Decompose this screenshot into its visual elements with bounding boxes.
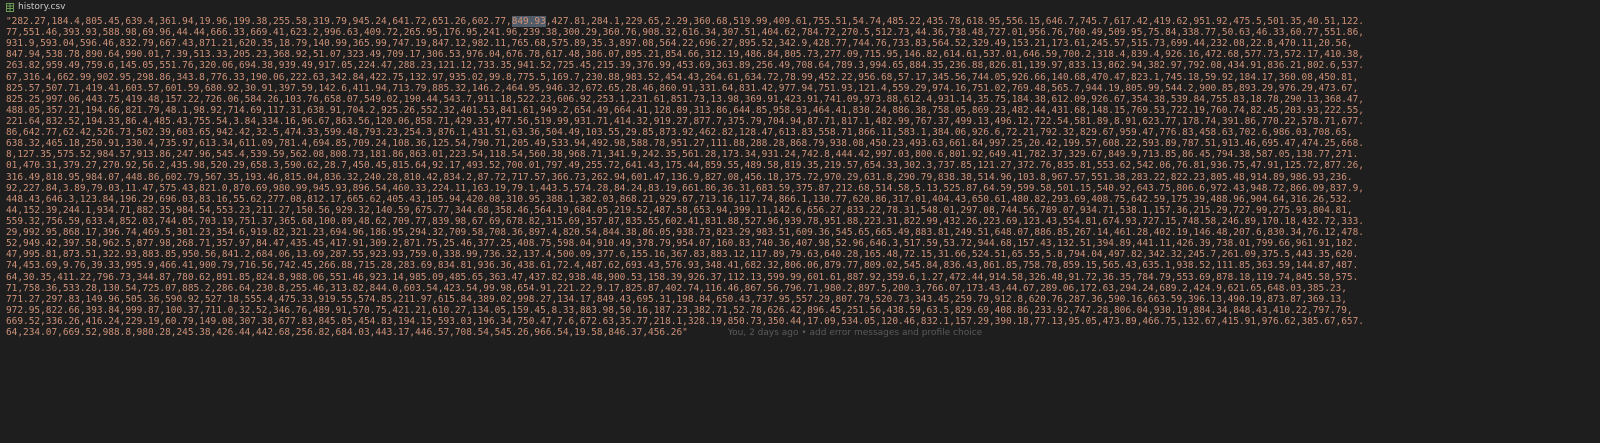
code-line: 972.95,822.66,393.84,999.87,100.37,711.0…: [6, 304, 1353, 316]
code-line: 263.82,959.49,759.6,145.05,551.76,320.06…: [6, 60, 1364, 72]
code-line: 825.25,997.06,443.75,419.48,157.22,726.0…: [6, 93, 1364, 105]
code-editor[interactable]: "282.27,184.4,805.45,639.4,361.94,19.96,…: [0, 14, 1600, 443]
tab-history-csv[interactable]: history.csv: [4, 0, 72, 14]
code-line: 488.05,357.21,194.66,821.79,48.1,98.92,7…: [6, 104, 1364, 116]
code-line: 669.52,336.26,416.24,229.19,60.79,149.08…: [6, 315, 1364, 327]
code-line: 448.43,646.3,123.84,196.29,696.03,83.16,…: [6, 193, 1353, 205]
code-line: 77,551.46,393.93,588.98,69.96,44.44,666.…: [6, 27, 1364, 39]
code-line: "282.27,184.4,805.45,639.4,361.94,19.96,…: [6, 16, 1364, 27]
code-line: 44,152.39,244.1,934.71,882.35,984.54,553…: [6, 204, 1353, 216]
code-line: 92,227.84,3.89,79.03,11.47,575.43,821.0,…: [6, 182, 1364, 194]
code-line: 847.94,538.78,890.64,990.01,7.39,513.33,…: [6, 49, 1364, 61]
code-line: 74,453.69,9.76,39.33,995.9,466.41,900.79…: [6, 260, 1359, 272]
code-line: 771.27,297.83,149.96,505.36,590.92,527.1…: [6, 293, 1347, 305]
code-line: 559.32,756.59,633.4,852.03,744.05,703.19…: [6, 215, 1364, 227]
tab-label: history.csv: [18, 2, 66, 12]
git-blame-annotation: You, 2 days ago • add error messages and…: [727, 328, 983, 339]
code-line: 86,642.77,62.42,526.73,502.39,603.65,942…: [6, 127, 1353, 139]
code-line: 29,992.95,868.17,396.74,469.5,301.23,354…: [6, 227, 1364, 239]
code-line: 931.9,593.04,596.46,832.79,667.43,871.21…: [6, 38, 1353, 50]
selection-highlight: 849.93: [511, 16, 546, 27]
table-file-icon: [6, 2, 14, 12]
code-line: 8,127.35,575.52,984.57,913.86,247.96,545…: [6, 149, 1359, 161]
code-line: 638.32,465.18,250.91,330.4,735.97,613.34…: [6, 138, 1364, 150]
code-line: 01,470.31,379.27,270.92,56.2,435.98,520.…: [6, 160, 1364, 172]
code-line: 64,30.35,411.22,796.73,344.87,780.62,891…: [6, 271, 1359, 283]
code-line: 64,234.07,669.52,988.8,980.28,245.38,426…: [6, 327, 983, 339]
code-line: 67,316.4,662.99,902.95,298.86,343.8,776.…: [6, 71, 1359, 83]
code-line: 316.49,818.95,984.07,448.86,602.79,567.3…: [6, 171, 1353, 183]
code-line: 221.64,832.52,194.33,86.4,485.43,755.54,…: [6, 115, 1364, 127]
tab-bar: history.csv: [0, 0, 1600, 14]
code-line: 52,949.42,397.58,962.5,877.98,268.71,357…: [6, 238, 1359, 250]
code-line: 825.57,507.71,419.41,603.57,601.59,680.9…: [6, 82, 1359, 94]
code-line: 71,758.36,533.28,130.54,725.07,885.2,286…: [6, 282, 1347, 294]
code-line: 47,995.81,873.51,322.93,883.85,950.56,84…: [6, 249, 1359, 261]
